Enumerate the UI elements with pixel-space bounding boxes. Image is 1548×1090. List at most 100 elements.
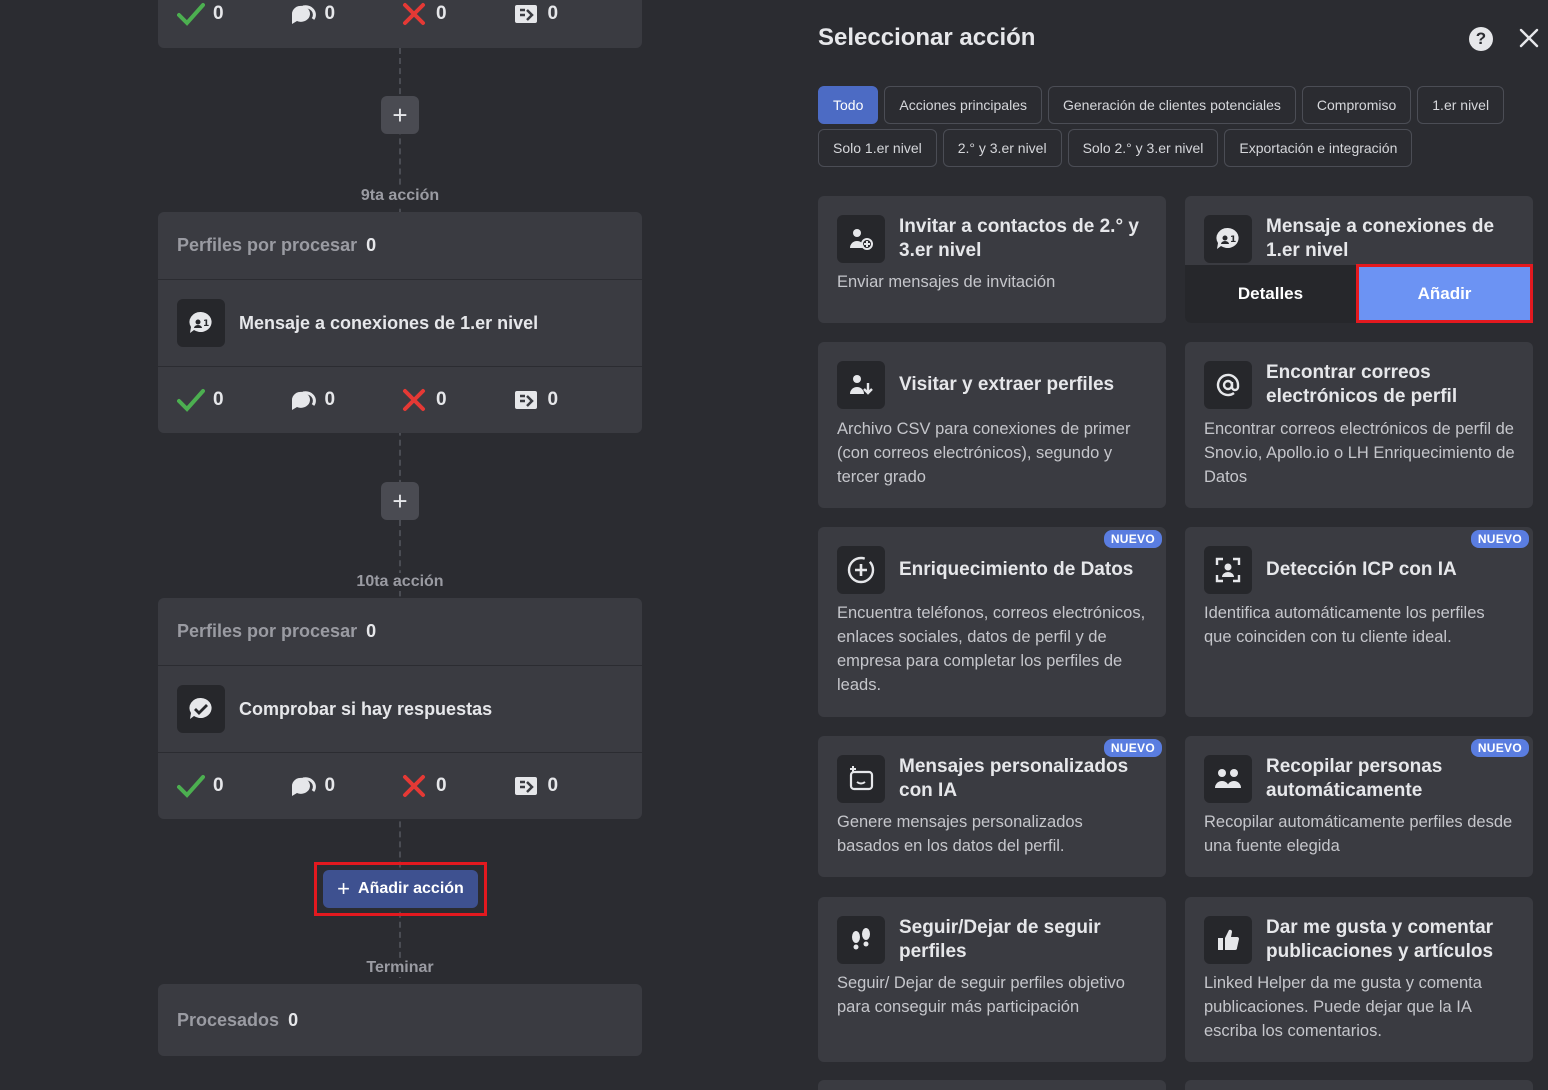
filter-chip-only-2nd-3rd[interactable]: Solo 2.° y 3.er nivel — [1067, 129, 1219, 167]
select-action-panel: Seleccionar acción ? Todo Acciones princ… — [800, 0, 1548, 1090]
chat-icon — [291, 5, 316, 25]
campaign-flow: 0 0 0 0 + 9ta acción Perfiles por proces… — [0, 0, 800, 1090]
people-group-icon — [1204, 755, 1252, 803]
insert-step-button[interactable]: + — [381, 482, 419, 520]
action-title: Comprobar si hay respuestas — [239, 698, 493, 719]
scan-person-icon — [1204, 546, 1252, 594]
action-tile-follow[interactable]: Seguir/Dejar de seguir perfiles Seguir/ … — [818, 897, 1166, 1062]
check-icon — [177, 3, 205, 26]
tile-title: Mensaje a conexiones de 1.er nivel — [1266, 216, 1495, 261]
insert-step-button[interactable]: + — [381, 96, 419, 134]
check-replies-icon — [177, 685, 225, 733]
help-icon[interactable]: ? — [1469, 27, 1493, 51]
close-icon[interactable] — [1517, 26, 1541, 50]
tile-desc: Archivo CSV para conexiones de primer (c… — [837, 420, 1131, 486]
tile-title: Encontrar correos electrónicos de perfil — [1266, 362, 1458, 407]
svg-text:1: 1 — [1230, 235, 1236, 245]
filter-chip-only-1st[interactable]: Solo 1.er nivel — [818, 129, 937, 167]
filter-chip-engagement[interactable]: Compromiso — [1301, 86, 1412, 124]
filter-chip-leadgen[interactable]: Generación de clientes potenciales — [1047, 86, 1296, 124]
stats-row: 0 0 0 0 — [158, 366, 642, 433]
stat-success: 0 — [177, 388, 289, 412]
action-tile-ai-messages[interactable]: NUEVO Mensajes personalizados con IA Gen… — [818, 736, 1166, 877]
tile-title: Recopilar personas automáticamente — [1266, 756, 1443, 801]
add-action-highlight: + Añadir acción — [314, 862, 487, 916]
profiles-count: 0 — [366, 621, 377, 641]
action-tile-partial[interactable] — [1185, 1080, 1533, 1090]
tile-desc: Recopilar automáticamente perfiles desde… — [1204, 813, 1513, 855]
action-tile-find-emails[interactable]: Encontrar correos electrónicos de perfil… — [1185, 342, 1533, 508]
action-title: Mensaje a conexiones de 1.er nivel — [239, 312, 539, 333]
tile-actions: Detalles Añadir — [1185, 264, 1533, 323]
stat-success: 0 — [177, 774, 289, 798]
filter-chip-export[interactable]: Exportación e integración — [1224, 129, 1413, 167]
action-card[interactable]: Perfiles por procesar 0 Comprobar si hay … — [158, 598, 642, 819]
chat-icon — [291, 777, 316, 796]
skip-icon — [514, 777, 537, 795]
action-tile-invite[interactable]: Invitar a contactos de 2.° y 3.er nivel … — [818, 196, 1166, 323]
tile-title: Invitar a contactos de 2.° y 3.er nivel — [899, 216, 1139, 261]
profiles-label: Perfiles por procesar — [177, 621, 358, 641]
action-tile-visit-extract[interactable]: Visitar y extraer perfiles Archivo CSV p… — [818, 342, 1166, 508]
action-tile-message-1st[interactable]: 1 Mensaje a conexiones de 1.er nivel Det… — [1185, 196, 1533, 323]
processed-count: 0 — [288, 1009, 299, 1030]
stat-skipped: 0 — [512, 388, 624, 412]
at-sign-icon — [1204, 361, 1252, 409]
tile-desc: Encuentra teléfonos, correos electrónico… — [837, 604, 1146, 694]
enrichment-icon — [837, 546, 885, 594]
step-label: 10ta acción — [300, 573, 500, 591]
tile-title: Enriquecimiento de Datos — [899, 559, 1134, 580]
action-tile-like-comment[interactable]: Dar me gusta y comentar publicaciones y … — [1185, 897, 1533, 1062]
new-badge: NUEVO — [1470, 530, 1529, 548]
stat-replied: 0 — [289, 774, 401, 798]
action-row[interactable]: 1 Mensaje a conexiones de 1.er nivel — [158, 279, 642, 366]
skip-icon — [514, 5, 537, 23]
action-card[interactable]: Perfiles por procesar 0 1 Mensaje a conex… — [158, 212, 642, 433]
profiles-label: Perfiles por procesar — [177, 235, 358, 255]
stats-row: 0 0 0 0 — [158, 0, 642, 48]
tile-title: Dar me gusta y comentar publicaciones y … — [1266, 917, 1494, 962]
add-action-button[interactable]: + Añadir acción — [323, 870, 478, 908]
plus-icon: + — [337, 876, 351, 901]
action-tile-collect-people[interactable]: NUEVO Recopilar personas automáticamente… — [1185, 736, 1533, 877]
end-card: Procesados 0 — [158, 984, 642, 1056]
filter-chip-1st[interactable]: 1.er nivel — [1417, 86, 1505, 124]
end-label: Terminar — [300, 959, 500, 977]
tile-desc: Enviar mensajes de invitación — [837, 273, 1056, 291]
thumbs-up-icon — [1204, 916, 1252, 964]
details-button[interactable]: Detalles — [1185, 265, 1356, 323]
filter-chip-main[interactable]: Acciones principales — [884, 86, 1042, 124]
filter-chip-todo[interactable]: Todo — [818, 86, 879, 124]
profiles-row: Perfiles por procesar 0 — [158, 598, 642, 665]
panel-title: Seleccionar acción — [818, 24, 1036, 51]
tile-desc: Seguir/ Dejar de seguir perfiles objetiv… — [837, 974, 1125, 1016]
footsteps-icon — [837, 916, 885, 964]
previous-action-card: 0 0 0 0 — [158, 0, 642, 48]
chat-icon — [291, 391, 316, 410]
step-label: 9ta acción — [300, 187, 500, 205]
action-row[interactable]: Comprobar si hay respuestas — [158, 665, 642, 752]
check-icon — [177, 389, 205, 412]
action-tile-data-enrichment[interactable]: NUEVO Enriquecimiento de Datos Encuentra… — [818, 527, 1166, 717]
invite-icon — [837, 215, 885, 263]
stat-replied: 0 — [289, 2, 401, 26]
tile-title: Detección ICP con IA — [1266, 559, 1457, 580]
tile-desc: Identifica automáticamente los perfiles … — [1204, 604, 1485, 646]
action-tile-icp-detection[interactable]: NUEVO Detección ICP con IA Identifica au… — [1185, 527, 1533, 717]
tile-desc: Linked Helper da me gusta y comenta publ… — [1204, 974, 1482, 1040]
message-icon: 1 — [1204, 215, 1252, 263]
filter-chips: Todo Acciones principales Generación de … — [818, 86, 1538, 167]
new-badge: NUEVO — [1103, 530, 1162, 548]
tile-title: Seguir/Dejar de seguir perfiles — [899, 917, 1101, 962]
profiles-count: 0 — [366, 235, 377, 255]
action-tile-partial[interactable] — [818, 1080, 1166, 1090]
visit-profile-icon — [837, 361, 885, 409]
svg-text:1: 1 — [203, 319, 209, 329]
filter-chip-2nd-3rd[interactable]: 2.° y 3.er nivel — [942, 129, 1062, 167]
tile-title: Visitar y extraer perfiles — [899, 374, 1115, 395]
add-button[interactable]: Añadir — [1359, 267, 1530, 320]
processed-label: Procesados — [177, 1009, 280, 1030]
stat-skipped: 0 — [512, 774, 624, 798]
tile-title: Mensajes personalizados con IA — [899, 756, 1129, 801]
stat-failed: 0 — [400, 2, 512, 26]
